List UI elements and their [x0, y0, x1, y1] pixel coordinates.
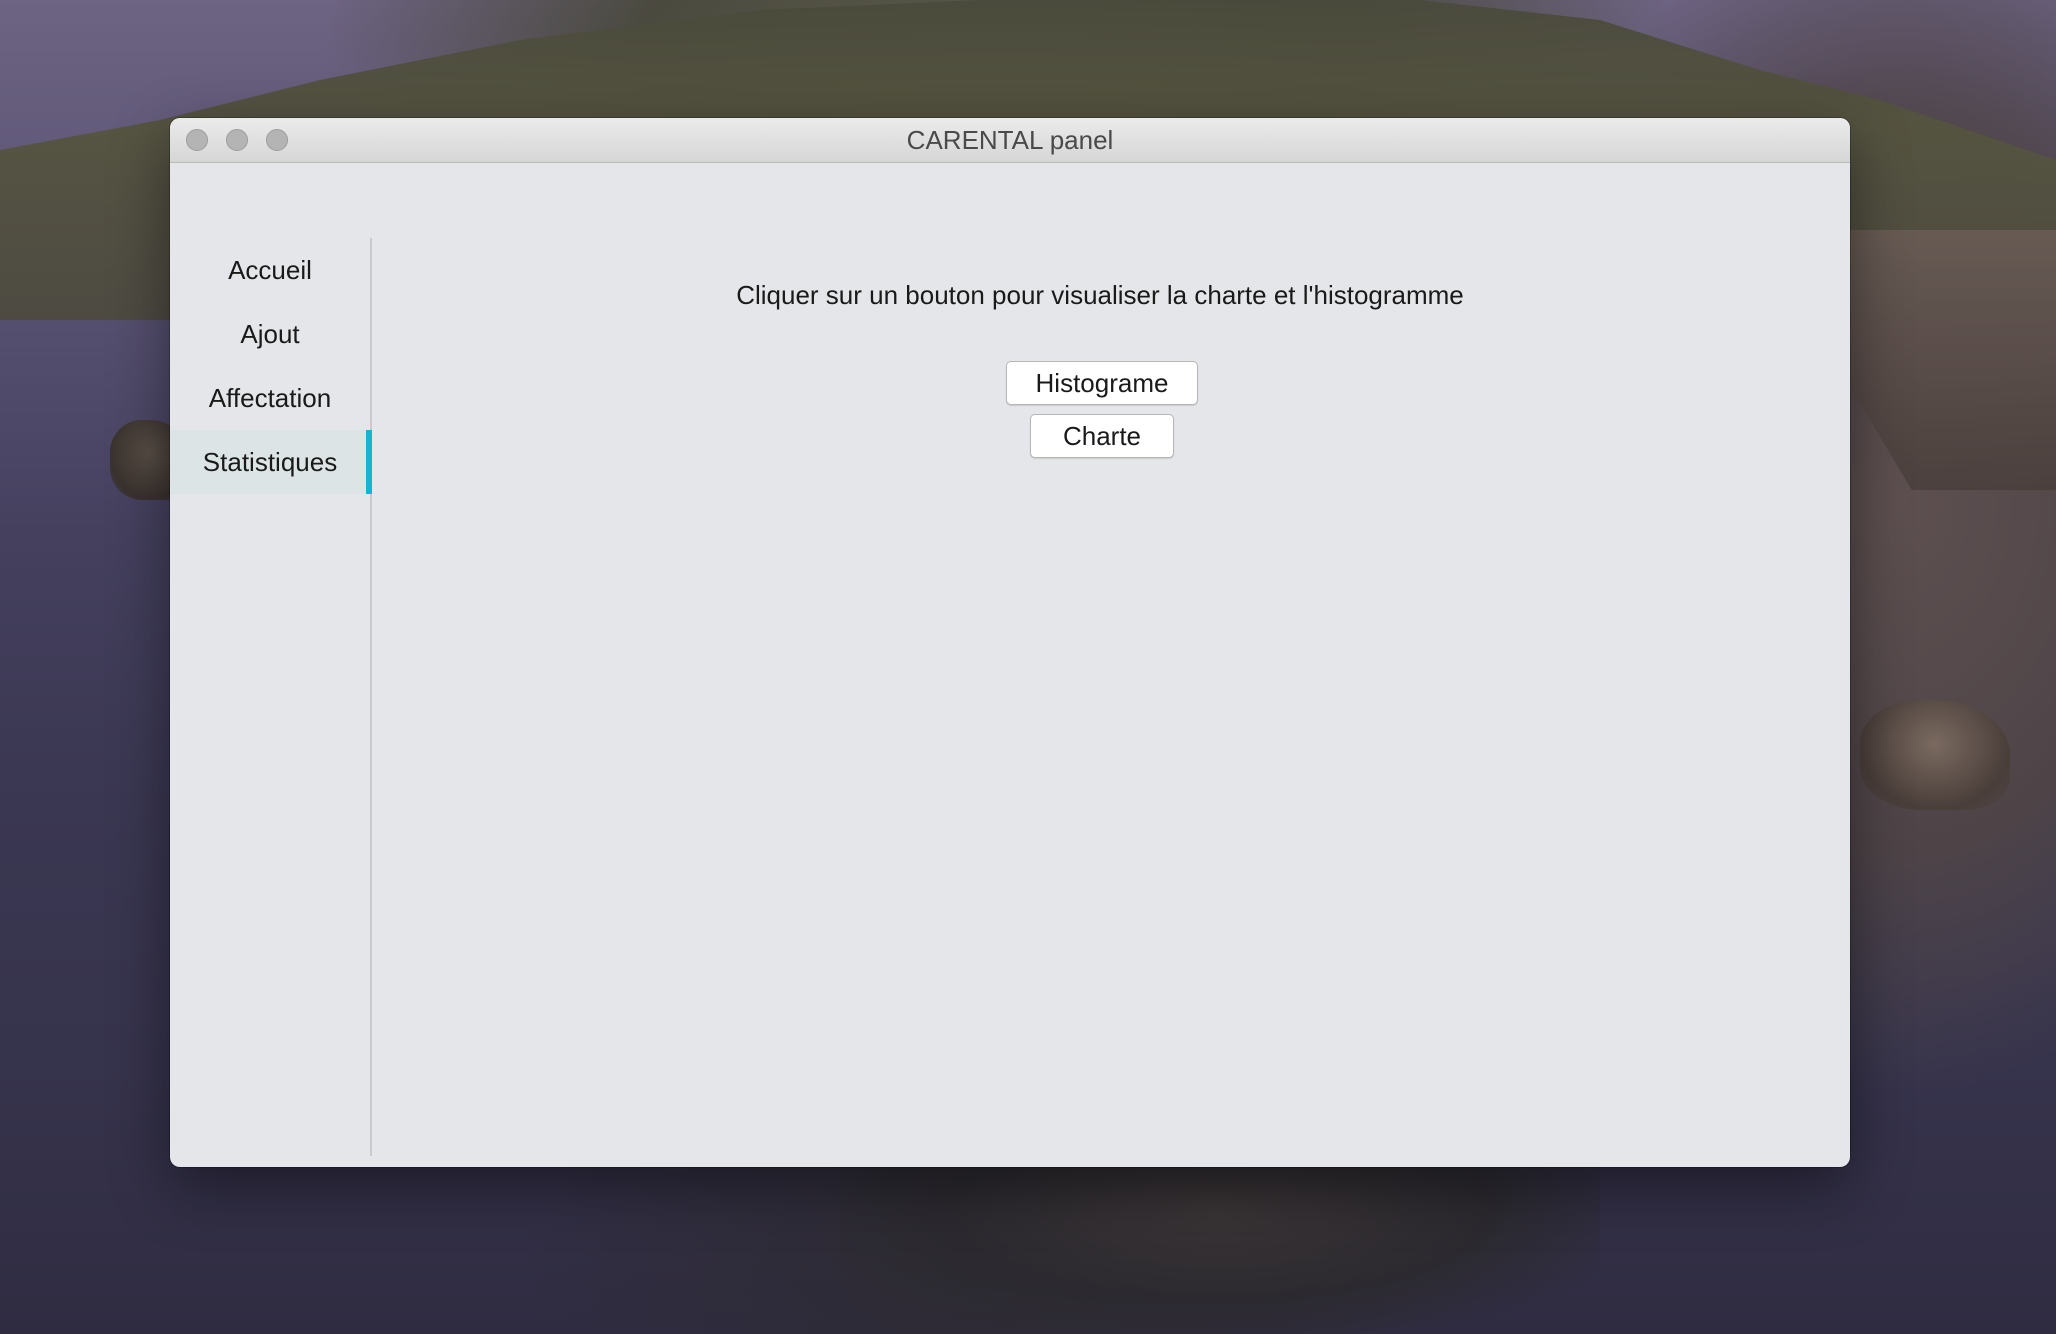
- sidebar-item-affectation[interactable]: Affectation: [170, 366, 370, 430]
- instruction-text: Cliquer sur un bouton pour visualiser la…: [736, 280, 1464, 310]
- sidebar-item-statistiques[interactable]: Statistiques: [170, 430, 372, 494]
- chart-button[interactable]: Charte: [1030, 414, 1174, 458]
- sidebar-item-ajout[interactable]: Ajout: [170, 302, 370, 366]
- sidebar-item-label: Statistiques: [202, 447, 338, 477]
- sidebar-item-accueil[interactable]: Accueil: [170, 238, 370, 302]
- wallpaper-shore: [840, 1160, 1600, 1334]
- sidebar-nav: Accueil Ajout Affectation Statistiques: [170, 238, 372, 1156]
- window-title: CARENTAL panel: [906, 125, 1114, 155]
- histogram-button[interactable]: Histograme: [1006, 361, 1198, 405]
- title-bar[interactable]: CARENTAL panel: [170, 118, 1850, 163]
- wallpaper-rock: [1860, 700, 2010, 810]
- wallpaper-cliff: [1850, 230, 2056, 490]
- app-window: CARENTAL panel Accueil Ajout Affectation…: [170, 118, 1850, 1167]
- active-indicator: [366, 430, 372, 494]
